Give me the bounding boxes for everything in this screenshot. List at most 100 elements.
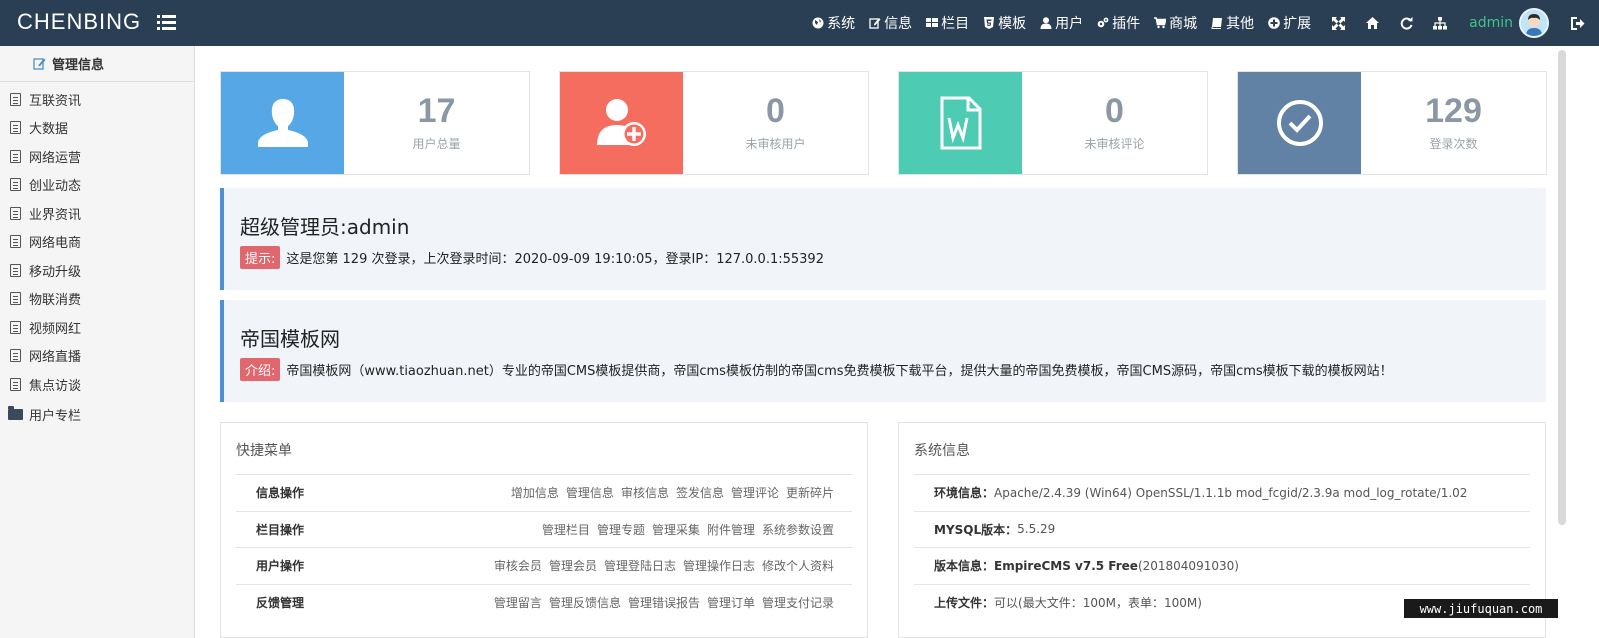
scrollbar[interactable] <box>1558 50 1566 525</box>
admin-username[interactable]: admin <box>1469 15 1513 31</box>
sidebar-item[interactable]: 视频网红 <box>0 313 194 342</box>
stat-value: 17 <box>417 92 456 130</box>
row-links: 管理栏目 管理专题 管理采集 附件管理 系统参数设置 <box>436 521 852 538</box>
row-label: 栏目操作 <box>256 522 305 537</box>
info-label: 版本信息： <box>934 559 995 574</box>
quick-link[interactable]: 管理留言 <box>494 596 542 610</box>
sidebar-item[interactable]: 物联消费 <box>0 285 194 314</box>
quick-link[interactable]: 管理支付记录 <box>762 596 834 610</box>
nav-template[interactable]: 模板 <box>983 13 1026 33</box>
nav-label: 用户 <box>1055 16 1084 32</box>
sidebar-folder[interactable]: 用户专栏 <box>0 399 194 431</box>
quick-link[interactable]: 管理信息 <box>566 486 614 500</box>
sidebar-item[interactable]: 创业动态 <box>0 171 194 200</box>
quick-link[interactable]: 附件管理 <box>707 523 755 537</box>
sidebar-item[interactable]: 业界资讯 <box>0 199 194 228</box>
nav-other[interactable]: 其他 <box>1211 13 1254 33</box>
sidebar-item[interactable]: 移动升级 <box>0 256 194 285</box>
quick-link[interactable]: 管理会员 <box>549 559 597 573</box>
sidebar-folder-label: 用户专栏 <box>29 409 82 424</box>
nav-label: 系统 <box>827 16 856 32</box>
nav-info[interactable]: 信息 <box>869 13 912 33</box>
quick-link[interactable]: 管理错误报告 <box>628 596 700 610</box>
sidebar-item[interactable]: 网络电商 <box>0 228 194 257</box>
user-icon <box>257 99 308 147</box>
row-label: 信息操作 <box>256 486 305 501</box>
sidebar-item[interactable]: 网络运营 <box>0 142 194 171</box>
home-icon[interactable] <box>1365 16 1379 30</box>
quick-menu-row: 栏目操作 管理栏目 管理专题 管理采集 附件管理 系统参数设置 <box>236 510 852 548</box>
quick-link[interactable]: 管理专题 <box>597 523 645 537</box>
sidebar-header[interactable]: 管理信息 <box>0 46 194 82</box>
nav-plugin[interactable]: 插件 <box>1097 13 1140 33</box>
nav-shop[interactable]: 商城 <box>1154 13 1197 33</box>
quick-link[interactable]: 管理评论 <box>731 486 779 500</box>
avatar[interactable] <box>1519 8 1549 38</box>
brand-logo[interactable]: CHENBING <box>17 9 141 35</box>
stat-card-logins[interactable]: 129 登录次数 <box>1237 71 1547 175</box>
nav-label: 栏目 <box>941 16 970 32</box>
sidebar-item[interactable]: 互联资讯 <box>0 85 194 114</box>
welcome-text: 这是您第 129 次登录，上次登录时间：2020-09-09 19:10:05，… <box>286 252 824 267</box>
quick-link[interactable]: 修改个人资料 <box>762 559 834 573</box>
row-links: 管理留言 管理反馈信息 管理错误报告 管理订单 管理支付记录 <box>436 594 852 611</box>
stat-value: 129 <box>1425 92 1482 130</box>
nav-user[interactable]: 用户 <box>1040 13 1083 33</box>
document-icon <box>10 377 21 391</box>
book-icon <box>1211 18 1223 29</box>
sidebar-item[interactable]: 网络直播 <box>0 342 194 371</box>
sidebar-item-label: 物联消费 <box>29 293 82 309</box>
quick-link[interactable]: 审核信息 <box>621 486 669 500</box>
stat-card-pending-comments[interactable]: 0 未审核评论 <box>898 71 1208 175</box>
user-add-icon <box>596 99 646 146</box>
quick-link[interactable]: 增加信息 <box>511 486 559 500</box>
nav-system[interactable]: 系统 <box>812 13 855 33</box>
nav-column[interactable]: 栏目 <box>926 13 969 33</box>
sitemap-icon[interactable] <box>1433 16 1448 30</box>
quick-link[interactable]: 管理反馈信息 <box>549 596 621 610</box>
hint-tag: 提示: <box>240 246 281 269</box>
quick-link[interactable]: 审核会员 <box>494 559 542 573</box>
sidebar-item[interactable]: 大数据 <box>0 114 194 143</box>
stat-icon-box <box>221 72 344 174</box>
edit-icon <box>869 18 881 29</box>
quick-menu-row: 信息操作 增加信息 管理信息 审核信息 签发信息 管理评论 更新碎片 <box>236 474 852 511</box>
document-icon <box>10 292 21 306</box>
quick-link[interactable]: 管理登陆日志 <box>604 559 676 573</box>
stat-icon-box <box>560 72 683 174</box>
stat-card-pending-users[interactable]: 0 未审核用户 <box>559 71 869 175</box>
info-value: 可以(最大文件：100M，表单：100M) <box>994 595 1202 610</box>
fullscreen-icon[interactable] <box>1331 16 1345 30</box>
stat-label: 未审核用户 <box>745 137 806 151</box>
sidebar-item-label: 网络直播 <box>29 350 82 366</box>
sidebar-item[interactable]: 焦点访谈 <box>0 370 194 399</box>
refresh-icon[interactable] <box>1399 16 1413 30</box>
cogs-icon <box>1097 17 1109 28</box>
quick-link[interactable]: 系统参数设置 <box>762 523 834 537</box>
quick-link[interactable]: 管理订单 <box>707 596 755 610</box>
sidebar-title: 管理信息 <box>52 58 105 73</box>
info-value: 5.5.29 <box>1017 522 1056 537</box>
stat-label: 登录次数 <box>1429 137 1478 151</box>
stat-icon-box <box>899 72 1022 174</box>
info-label: 上传文件： <box>934 595 995 610</box>
sidebar-item-label: 创业动态 <box>29 179 82 195</box>
quick-link[interactable]: 签发信息 <box>676 486 724 500</box>
document-icon <box>10 349 21 363</box>
nav-label: 扩展 <box>1283 16 1312 32</box>
system-info-row: 环境信息： Apache/2.4.39 (Win64) OpenSSL/1.1.1… <box>914 474 1530 511</box>
menu-toggle-icon[interactable] <box>157 14 176 31</box>
quick-link[interactable]: 更新碎片 <box>786 486 834 500</box>
stat-value: 0 <box>1105 92 1124 130</box>
quick-link[interactable]: 管理采集 <box>652 523 700 537</box>
quick-link[interactable]: 管理操作日志 <box>683 559 755 573</box>
stat-card-users[interactable]: 17 用户总量 <box>220 71 530 175</box>
stat-label: 用户总量 <box>412 137 461 151</box>
document-icon <box>10 320 21 334</box>
quick-link[interactable]: 管理栏目 <box>542 523 590 537</box>
folder-icon <box>8 406 23 420</box>
nav-extend[interactable]: 扩展 <box>1268 13 1311 33</box>
logout-icon[interactable] <box>1571 16 1585 30</box>
grid-icon <box>926 18 939 27</box>
user-icon <box>1040 17 1052 29</box>
